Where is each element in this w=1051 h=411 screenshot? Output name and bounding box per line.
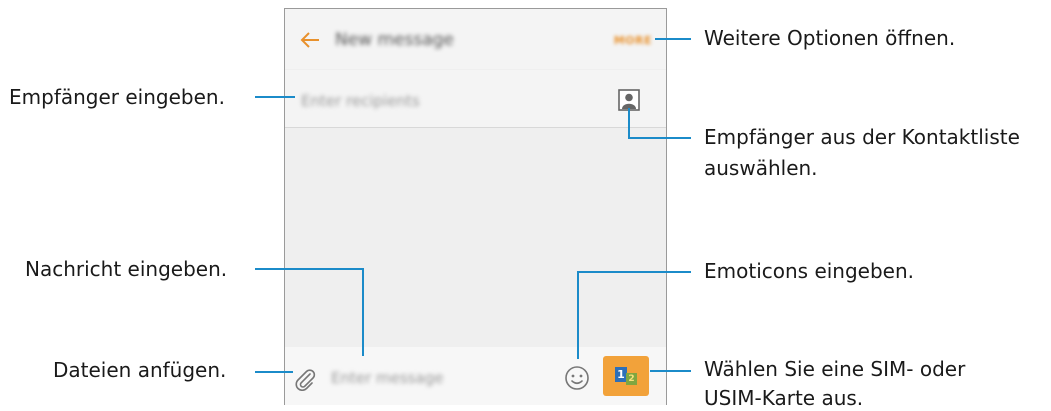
sim2-badge: 2	[626, 373, 637, 385]
callout-more-options: Weitere Optionen öffnen.	[704, 26, 956, 50]
paperclip-icon[interactable]	[293, 367, 317, 391]
callout-line-emoticons-h	[577, 271, 691, 273]
callout-pick-contact-line2: auswählen.	[704, 156, 818, 180]
callout-enter-recipients: Empfänger eingeben.	[9, 85, 225, 109]
recipients-input[interactable]: Enter recipients	[301, 92, 420, 110]
callout-line-emoticons-v	[577, 271, 579, 359]
recipients-bar: Enter recipients	[285, 70, 666, 128]
callout-line-attach	[255, 371, 293, 373]
callout-pick-contact-line1: Empfänger aus der Kontaktliste	[704, 125, 1020, 149]
emoticon-icon[interactable]	[564, 365, 590, 391]
callout-sim-line1: Wählen Sie eine SIM- oder	[704, 357, 966, 381]
callout-line-contact-h	[628, 137, 691, 139]
callout-sim-line2: USIM-Karte aus.	[704, 386, 864, 410]
back-arrow-icon[interactable]	[299, 29, 321, 51]
phone-screen: New message MORE Enter recipients Enter …	[284, 8, 667, 405]
callout-line-contact-v	[628, 108, 630, 139]
more-button[interactable]: MORE	[614, 34, 652, 47]
callout-line-more	[655, 38, 691, 40]
callout-line-sim	[650, 370, 691, 372]
callout-emoticons: Emoticons eingeben.	[704, 259, 915, 283]
message-input[interactable]: Enter message	[331, 369, 443, 387]
callout-attach-files: Dateien anfügen.	[53, 358, 227, 382]
callout-line-message-v	[362, 268, 364, 356]
screen-title: New message	[335, 30, 454, 50]
callout-line-message-h	[255, 268, 364, 270]
compose-bar: Enter message 1 2	[285, 347, 666, 405]
callout-enter-message: Nachricht eingeben.	[25, 257, 228, 281]
sim-select-button[interactable]: 1 2	[603, 356, 649, 396]
callout-line-recipients	[255, 96, 295, 98]
app-bar: New message MORE	[285, 9, 666, 69]
